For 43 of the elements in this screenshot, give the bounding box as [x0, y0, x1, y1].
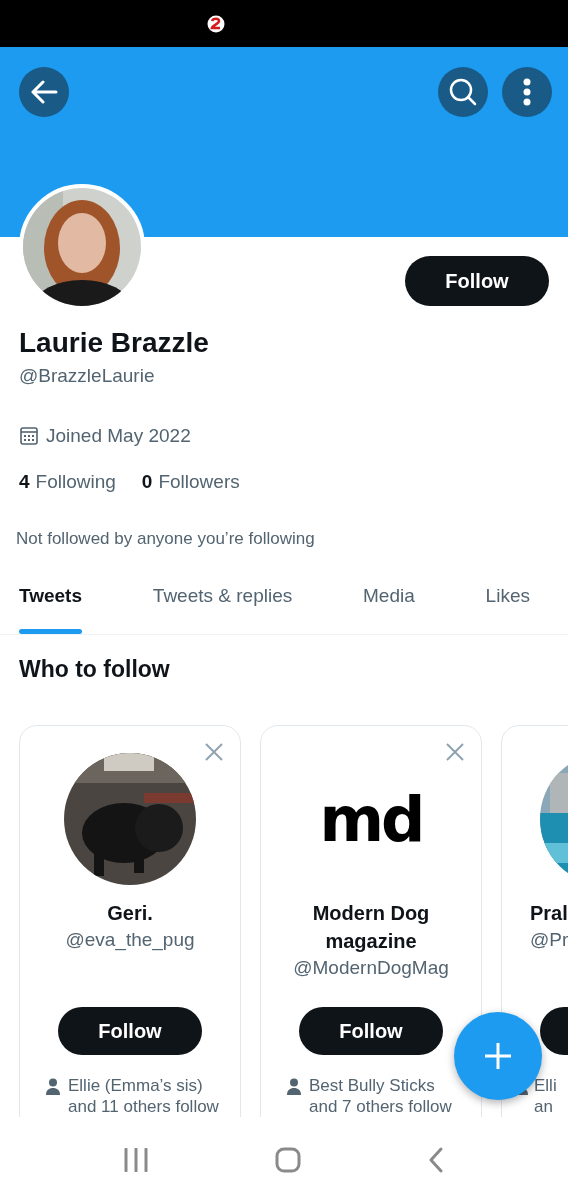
follow-button[interactable]: Follow	[58, 1007, 202, 1055]
follow-button[interactable]: Follow	[405, 256, 549, 306]
followed-by-text: Best Bully Sticks and 7 others follow	[309, 1075, 453, 1117]
follow-button[interactable]: Follow	[299, 1007, 443, 1055]
notification-icon	[207, 14, 225, 33]
search-button[interactable]	[438, 67, 488, 117]
account-handle: @ModernDogMag	[292, 956, 450, 980]
recent-apps-button[interactable]	[123, 1148, 148, 1172]
profile-handle: @BrazzleLaurie	[18, 365, 156, 387]
follow-stat-link[interactable]: 0 Followers	[141, 471, 240, 493]
plus-icon	[484, 1042, 512, 1070]
account-name: Geri.	[106, 901, 154, 926]
follow-stat-link[interactable]: 4 Following	[19, 471, 116, 493]
section-title: Who to follow	[18, 656, 171, 683]
back-button[interactable]	[19, 67, 69, 117]
account-handle: @eva_the_pug	[65, 928, 195, 953]
profile-name: Laurie Brazzle	[18, 327, 210, 359]
profile-tab[interactable]: Likes	[473, 575, 542, 634]
calendar-icon	[20, 427, 38, 445]
back-icon	[30, 80, 58, 104]
profile-tab[interactable]: Tweets	[7, 575, 94, 634]
account-name: Pral	[530, 901, 568, 926]
profile-tab[interactable]: Tweets & replies	[140, 575, 305, 634]
home-button[interactable]	[275, 1147, 301, 1173]
joined-date: Joined May 2022	[46, 425, 191, 447]
logo-avatar: md	[318, 781, 424, 858]
followed-by-text: Ellie (Emma’s sis) and 11 others follow	[68, 1075, 220, 1117]
followed-note: Not followed by anyone you’re following	[15, 529, 316, 549]
account-handle: @Pr	[530, 928, 568, 952]
person-icon	[287, 1078, 301, 1095]
chevron-left-icon	[428, 1147, 445, 1173]
back-button[interactable]	[428, 1147, 445, 1173]
recent-apps-icon	[123, 1148, 148, 1172]
more-button[interactable]	[502, 67, 552, 117]
profile-tab[interactable]: Media	[351, 575, 427, 634]
person-icon	[46, 1078, 60, 1095]
close-icon[interactable]	[445, 742, 465, 762]
search-icon	[448, 77, 478, 107]
followed-by-text: Elli an	[534, 1075, 558, 1117]
account-name: Modern Dog magazine	[311, 901, 431, 954]
close-icon[interactable]	[204, 742, 224, 762]
home-icon	[275, 1147, 301, 1173]
more-icon	[523, 78, 531, 106]
